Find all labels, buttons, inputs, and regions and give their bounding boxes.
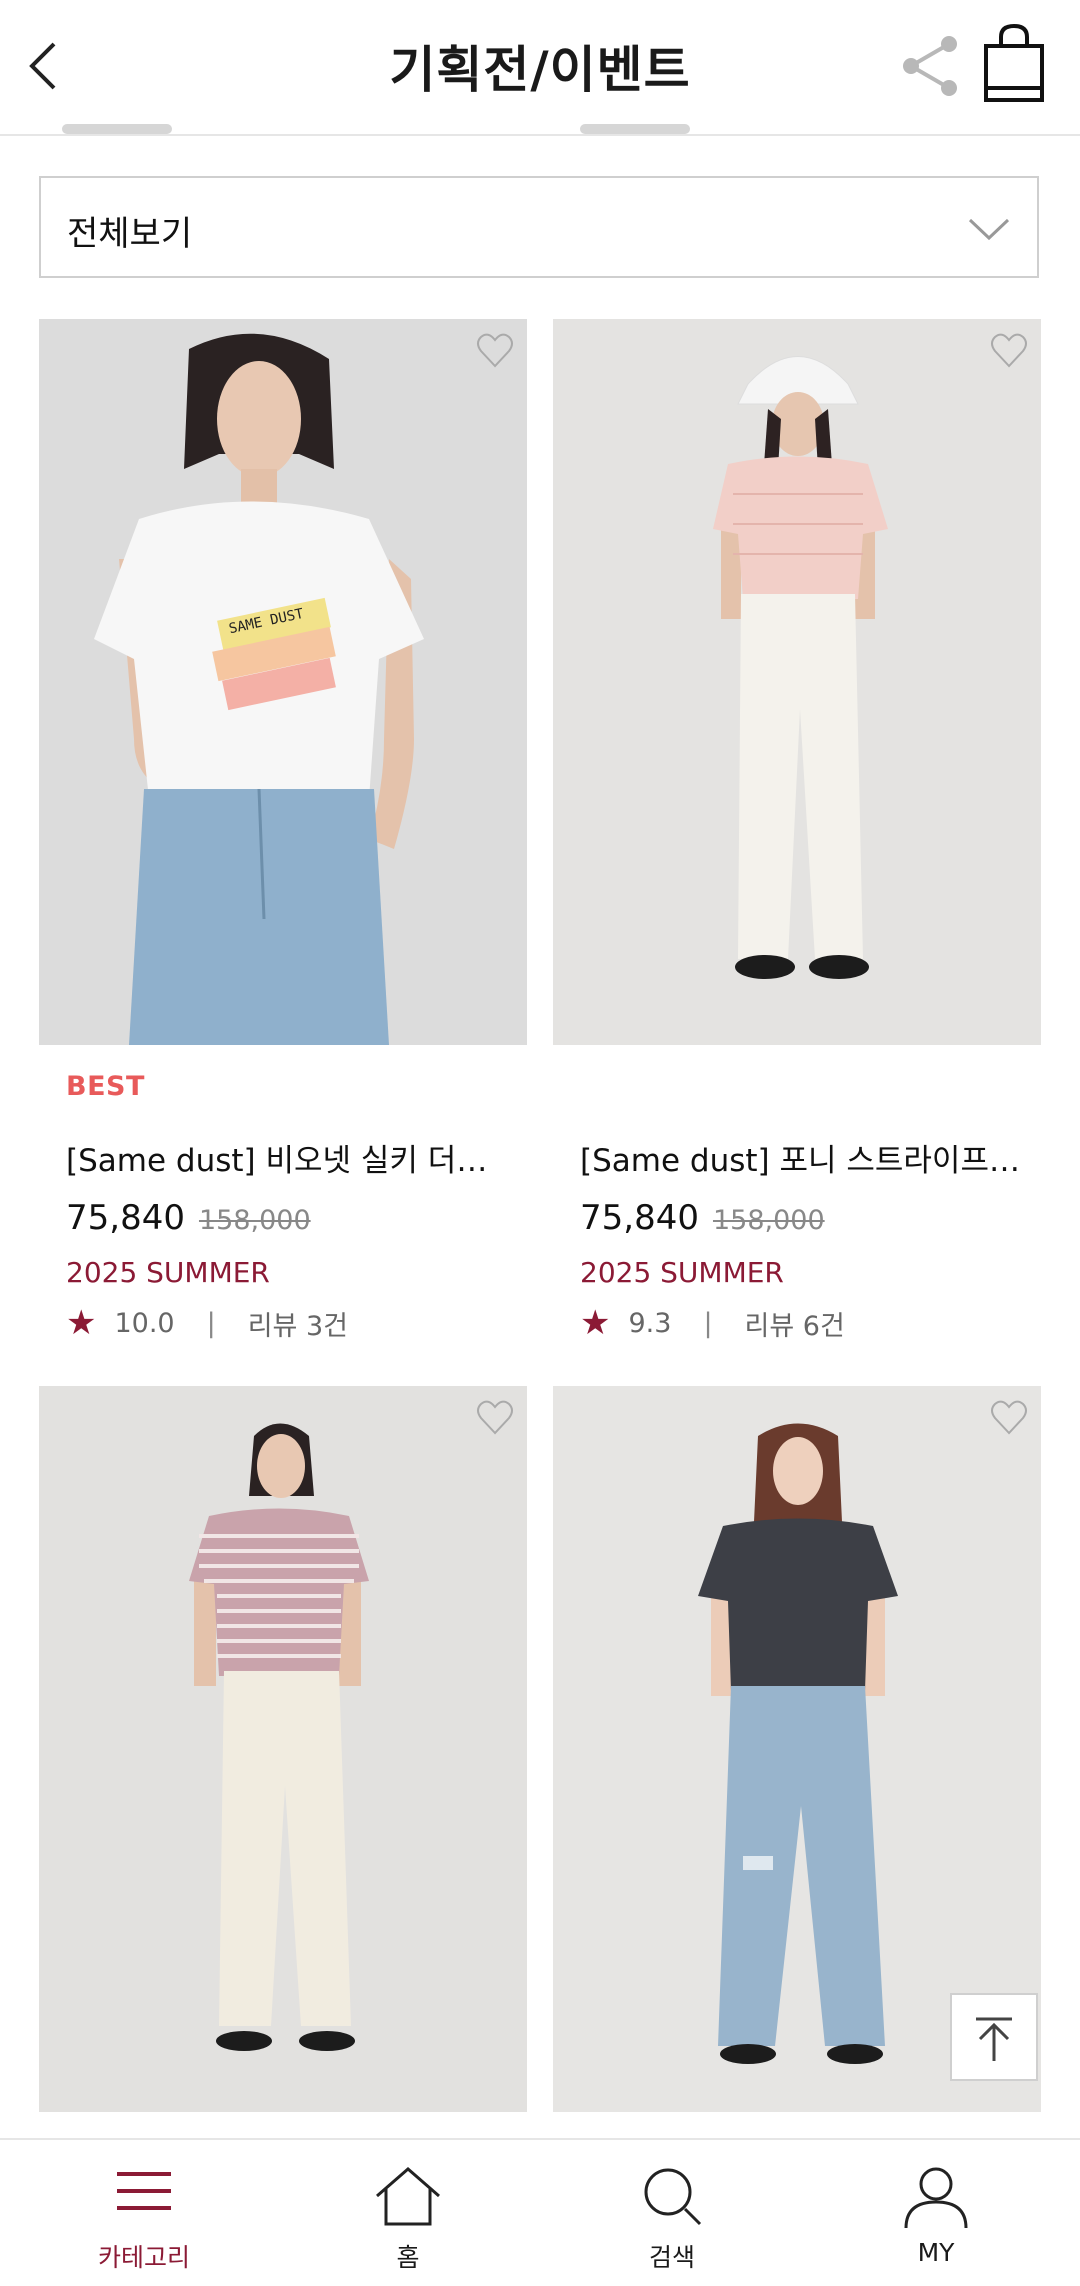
best-badge: BEST	[66, 1071, 145, 1102]
arrow-up-icon	[976, 2017, 1012, 2061]
product-card[interactable]	[39, 1386, 527, 2112]
product-card[interactable]: SAME DUST BEST [Same dust] 비오넷 실키 더블… 75…	[39, 319, 527, 1343]
product-image[interactable]	[39, 1386, 527, 2112]
star-icon: ★	[66, 1303, 97, 1343]
search-icon	[644, 2168, 702, 2226]
product-photo-model	[39, 1386, 527, 2112]
divider: |	[206, 1307, 216, 1339]
star-icon: ★	[580, 1303, 611, 1343]
product-name[interactable]: [Same dust] 비오넷 실키 더블…	[39, 1135, 506, 1180]
nav-home[interactable]: 홈	[273, 2140, 543, 2286]
bottom-nav: 카테고리 홈 검색 MY	[0, 2138, 1080, 2286]
price-row: 75,840 158,000	[39, 1198, 527, 1238]
scrolled-content-hint	[62, 118, 172, 134]
rating-row: ★ 9.3 | 리뷰 6건	[553, 1303, 1041, 1343]
nav-search[interactable]: 검색	[537, 2140, 807, 2286]
product-card[interactable]: [Same dust] 포니 스트라이프 … 75,840 158,000 20…	[553, 319, 1041, 1343]
filter-selected-label: 전체보기	[67, 214, 193, 254]
rating-score: 9.3	[628, 1307, 672, 1339]
heart-icon[interactable]	[989, 1398, 1029, 1438]
heart-icon[interactable]	[475, 331, 515, 371]
product-photo-model	[553, 319, 1041, 1045]
season-tag: 2025 SUMMER	[66, 1256, 270, 1289]
heart-icon[interactable]	[475, 1398, 515, 1438]
rating-score: 10.0	[114, 1307, 175, 1339]
product-name[interactable]: [Same dust] 포니 스트라이프 …	[553, 1135, 1020, 1180]
review-count: 리뷰 3건	[247, 1310, 348, 1342]
product-image[interactable]: SAME DUST	[39, 319, 527, 1045]
nav-category[interactable]: 카테고리	[9, 2140, 279, 2286]
filter-dropdown[interactable]: 전체보기	[39, 176, 1039, 278]
original-price: 158,000	[198, 1205, 311, 1236]
share-icon	[903, 36, 957, 96]
nav-label: MY	[917, 2238, 955, 2267]
shopping-bag-icon	[984, 23, 1044, 102]
nav-label: 카테고리	[97, 2243, 190, 2272]
app-header: 기획전/이벤트	[0, 0, 1080, 136]
nav-label: 검색	[648, 2243, 695, 2272]
review-count: 리뷰 6건	[744, 1310, 845, 1342]
divider: |	[703, 1307, 713, 1339]
chevron-down-icon	[968, 218, 1010, 241]
share-button[interactable]	[896, 30, 966, 100]
sale-price: 75,840	[580, 1198, 699, 1238]
season-tag: 2025 SUMMER	[580, 1256, 784, 1289]
heart-icon[interactable]	[989, 331, 1029, 371]
user-icon	[904, 2167, 968, 2229]
price-row: 75,840 158,000	[553, 1198, 1041, 1238]
shopping-bag-button[interactable]	[982, 22, 1048, 106]
nav-my[interactable]: MY	[801, 2140, 1071, 2286]
scroll-top-button[interactable]	[950, 1993, 1038, 2081]
original-price: 158,000	[712, 1205, 825, 1236]
nav-label: 홈	[396, 2243, 420, 2272]
menu-icon	[117, 2172, 171, 2210]
badge-placeholder	[553, 1071, 1041, 1105]
product-image[interactable]	[553, 319, 1041, 1045]
product-photo-model: SAME DUST	[39, 319, 527, 1045]
sale-price: 75,840	[66, 1198, 185, 1238]
scrolled-content-hint	[580, 118, 690, 134]
home-icon	[376, 2167, 440, 2226]
rating-row: ★ 10.0 | 리뷰 3건	[39, 1303, 527, 1343]
